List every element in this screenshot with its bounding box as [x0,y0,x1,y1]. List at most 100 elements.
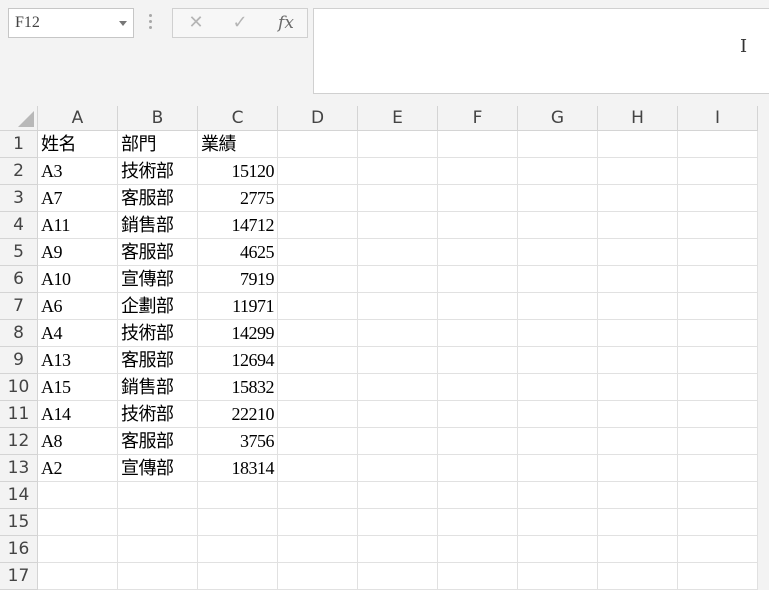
cell-d3[interactable] [278,185,358,212]
cell-i8[interactable] [678,320,758,347]
row-header-8[interactable]: 8 [0,320,38,347]
cell-a8[interactable]: A4 [38,320,118,347]
cell-a13[interactable]: A2 [38,455,118,482]
cell-h9[interactable] [598,347,678,374]
cell-e6[interactable] [358,266,438,293]
cell-a7[interactable]: A6 [38,293,118,320]
cell-c7[interactable]: 11971 [198,293,278,320]
row-header-9[interactable]: 9 [0,347,38,374]
cell-h4[interactable] [598,212,678,239]
cell-i6[interactable] [678,266,758,293]
cell-f9[interactable] [438,347,518,374]
cell-d8[interactable] [278,320,358,347]
cell-b10[interactable]: 銷售部 [118,374,198,401]
cell-f12[interactable] [438,428,518,455]
cell-h2[interactable] [598,158,678,185]
cell-f7[interactable] [438,293,518,320]
cell-a6[interactable]: A10 [38,266,118,293]
cell-i5[interactable] [678,239,758,266]
cell-e17[interactable] [358,563,438,590]
cell-c4[interactable]: 14712 [198,212,278,239]
cell-e8[interactable] [358,320,438,347]
cell-d13[interactable] [278,455,358,482]
cell-a2[interactable]: A3 [38,158,118,185]
cell-g15[interactable] [518,509,598,536]
cell-i13[interactable] [678,455,758,482]
cell-a17[interactable] [38,563,118,590]
cell-e3[interactable] [358,185,438,212]
cancel-icon[interactable]: ✕ [181,11,211,35]
cell-c11[interactable]: 22210 [198,401,278,428]
cell-b14[interactable] [118,482,198,509]
cell-h6[interactable] [598,266,678,293]
cell-g8[interactable] [518,320,598,347]
cell-g4[interactable] [518,212,598,239]
cell-c8[interactable]: 14299 [198,320,278,347]
cell-h10[interactable] [598,374,678,401]
cell-f6[interactable] [438,266,518,293]
cell-c1[interactable]: 業績 [198,131,278,158]
cell-f10[interactable] [438,374,518,401]
cell-h7[interactable] [598,293,678,320]
cell-i12[interactable] [678,428,758,455]
cell-a3[interactable]: A7 [38,185,118,212]
cell-g5[interactable] [518,239,598,266]
cell-b4[interactable]: 銷售部 [118,212,198,239]
row-header-10[interactable]: 10 [0,374,38,401]
cell-h5[interactable] [598,239,678,266]
row-header-3[interactable]: 3 [0,185,38,212]
cell-b12[interactable]: 客服部 [118,428,198,455]
row-header-13[interactable]: 13 [0,455,38,482]
row-header-11[interactable]: 11 [0,401,38,428]
column-header-h[interactable]: H [598,106,678,131]
cell-g12[interactable] [518,428,598,455]
cell-i3[interactable] [678,185,758,212]
row-header-15[interactable]: 15 [0,509,38,536]
cell-a12[interactable]: A8 [38,428,118,455]
cell-d16[interactable] [278,536,358,563]
cell-d2[interactable] [278,158,358,185]
cell-f1[interactable] [438,131,518,158]
cell-b3[interactable]: 客服部 [118,185,198,212]
cell-e16[interactable] [358,536,438,563]
cell-c5[interactable]: 4625 [198,239,278,266]
cell-d11[interactable] [278,401,358,428]
row-header-7[interactable]: 7 [0,293,38,320]
cell-f16[interactable] [438,536,518,563]
cell-f8[interactable] [438,320,518,347]
cell-f13[interactable] [438,455,518,482]
row-header-14[interactable]: 14 [0,482,38,509]
cell-g17[interactable] [518,563,598,590]
cell-g9[interactable] [518,347,598,374]
cell-e14[interactable] [358,482,438,509]
cell-e9[interactable] [358,347,438,374]
name-box[interactable]: F12 [8,8,134,38]
cell-e5[interactable] [358,239,438,266]
cell-f3[interactable] [438,185,518,212]
cell-e1[interactable] [358,131,438,158]
cell-c13[interactable]: 18314 [198,455,278,482]
cell-a14[interactable] [38,482,118,509]
cell-b7[interactable]: 企劃部 [118,293,198,320]
cell-f4[interactable] [438,212,518,239]
cell-d9[interactable] [278,347,358,374]
cell-a10[interactable]: A15 [38,374,118,401]
cell-c15[interactable] [198,509,278,536]
column-header-g[interactable]: G [518,106,598,131]
cell-b2[interactable]: 技術部 [118,158,198,185]
row-header-5[interactable]: 5 [0,239,38,266]
cell-g16[interactable] [518,536,598,563]
chevron-down-icon[interactable] [119,21,127,26]
cell-i10[interactable] [678,374,758,401]
cell-g10[interactable] [518,374,598,401]
row-header-2[interactable]: 2 [0,158,38,185]
cell-e11[interactable] [358,401,438,428]
cell-h8[interactable] [598,320,678,347]
cell-i15[interactable] [678,509,758,536]
cell-b11[interactable]: 技術部 [118,401,198,428]
cell-a1[interactable]: 姓名 [38,131,118,158]
cell-d10[interactable] [278,374,358,401]
insert-function-icon[interactable]: fx [271,11,301,35]
cell-f15[interactable] [438,509,518,536]
column-header-e[interactable]: E [358,106,438,131]
